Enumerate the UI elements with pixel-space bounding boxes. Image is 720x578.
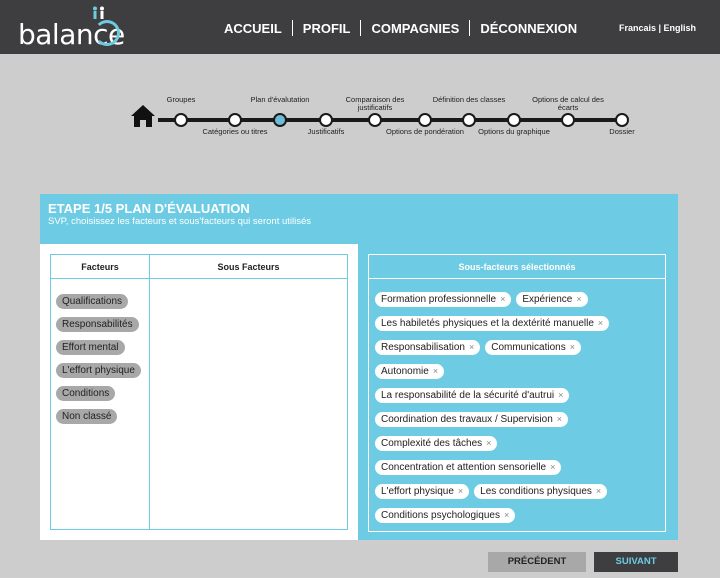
subfactor-tag: Autonomie ×: [375, 364, 445, 379]
subfactor-tag-label: Les conditions physiques: [480, 486, 592, 497]
step-label: Justificatifs: [307, 127, 345, 136]
subfactor-tag: La responsabilité de la sécurité d'autru…: [375, 388, 570, 403]
step-label: Plan d'évalutation: [250, 95, 310, 104]
step-label: Options du graphique: [478, 127, 550, 136]
factor-table: Facteurs Sous Facteurs Qualifications Res…: [50, 254, 348, 530]
column-divider: [149, 255, 150, 529]
language-switch[interactable]: Francais | English: [619, 23, 696, 33]
subfactor-tag: Les conditions physiques ×: [474, 484, 608, 499]
step-dot[interactable]: [174, 113, 188, 127]
step-dot[interactable]: [462, 113, 476, 127]
subfactor-tag: Conditions psychologiques ×: [375, 508, 516, 523]
subfactor-tag: Expérience ×: [516, 292, 588, 307]
balance-logo[interactable]: balance: [18, 6, 128, 51]
selected-subfactors-box: Sous-facteurs sélectionnés Formation pro…: [368, 254, 666, 532]
col-header-facteurs: Facteurs: [51, 255, 149, 279]
factor-selector: Facteurs Sous Facteurs Qualifications Res…: [40, 244, 358, 540]
subfactor-tag: L'effort physique ×: [375, 484, 470, 499]
step-dot[interactable]: [319, 113, 333, 127]
factor-item[interactable]: L'effort physique: [56, 363, 141, 378]
panel-subtitle: SVP, choisissez les facteurs et sous'fac…: [48, 216, 312, 227]
step-dot[interactable]: [418, 113, 432, 127]
remove-icon[interactable]: ×: [596, 486, 601, 496]
remove-icon[interactable]: ×: [550, 462, 555, 472]
step-dot[interactable]: [507, 113, 521, 127]
factor-item[interactable]: Responsabilités: [56, 317, 139, 332]
progress-stepper: Groupes Catégories ou titres Plan d'évalut…: [128, 92, 638, 148]
home-icon[interactable]: [130, 104, 156, 128]
subfactor-tag-label: La responsabilité de la sécurité d'autru…: [381, 390, 555, 401]
subfactor-tag: Complexité des tâches ×: [375, 436, 498, 451]
remove-icon[interactable]: ×: [458, 486, 463, 496]
step-dot[interactable]: [561, 113, 575, 127]
step-label: Groupes: [166, 95, 196, 104]
col-header-sous-facteurs: Sous Facteurs: [150, 255, 347, 279]
factor-item[interactable]: Conditions: [56, 386, 116, 401]
factor-item[interactable]: Effort mental: [56, 340, 125, 355]
subfactor-tag: Concentration et attention sensorielle ×: [375, 460, 562, 475]
step-dot[interactable]: [228, 113, 242, 127]
subfactor-tag: Coordination des travaux / Supervision ×: [375, 412, 569, 427]
step-label: Dossier: [609, 127, 635, 136]
nav-accueil[interactable]: ACCUEIL: [214, 21, 292, 36]
step-dot[interactable]: [368, 113, 382, 127]
subfactor-tag-label: Communications: [491, 342, 566, 353]
remove-icon[interactable]: ×: [576, 294, 581, 304]
step-dot[interactable]: [273, 113, 287, 127]
subfactor-tag-label: Responsabilisation: [381, 342, 465, 353]
selected-tags: Formation professionnelle × Expérience × Les…: [375, 289, 665, 529]
remove-icon[interactable]: ×: [558, 390, 563, 400]
step-label: Options de calcul des écarts: [532, 95, 604, 112]
subfactor-tag: Communications ×: [485, 340, 581, 355]
next-button[interactable]: SUIVANT: [594, 552, 678, 572]
previous-button[interactable]: PRÉCÉDENT: [488, 552, 586, 572]
evaluation-panel: ETAPE 1/5 PLAN D'ÉVALUATION SVP, choisis…: [40, 194, 678, 540]
remove-icon[interactable]: ×: [433, 366, 438, 376]
logo-ring: [94, 20, 120, 46]
panel-title: ETAPE 1/5 PLAN D'ÉVALUATION: [48, 201, 250, 216]
nav-compagnies[interactable]: COMPAGNIES: [361, 21, 469, 36]
selected-header: Sous-facteurs sélectionnés: [369, 255, 665, 279]
subfactor-tag-label: Complexité des tâches: [381, 438, 483, 449]
main-nav: ACCUEIL PROFIL COMPAGNIES DÉCONNEXION: [214, 20, 587, 36]
step-dot[interactable]: [615, 113, 629, 127]
remove-icon[interactable]: ×: [500, 294, 505, 304]
step-label: Comparaison des justificatifs: [345, 95, 405, 112]
nav-deconnexion[interactable]: DÉCONNEXION: [470, 21, 587, 36]
step-label: Catégories ou titres: [202, 127, 268, 136]
subfactor-tag-label: Les habiletés physiques et la dextérité …: [381, 318, 594, 329]
subfactor-tag-label: Autonomie: [381, 366, 429, 377]
top-header: balance ACCUEIL PROFIL COMPAGNIES DÉCONN…: [0, 0, 720, 54]
factor-item[interactable]: Qualifications: [56, 294, 129, 309]
subfactor-tag-label: L'effort physique: [381, 486, 454, 497]
subfactor-tag-label: Formation professionnelle: [381, 294, 497, 305]
remove-icon[interactable]: ×: [598, 318, 603, 328]
subfactor-tag: Formation professionnelle ×: [375, 292, 512, 307]
subfactor-tag-label: Concentration et attention sensorielle: [381, 462, 547, 473]
factor-list: Qualifications Responsabilités Effort ment…: [56, 291, 141, 429]
subfactor-tag: Les habiletés physiques et la dextérité …: [375, 316, 610, 331]
remove-icon[interactable]: ×: [570, 342, 575, 352]
remove-icon[interactable]: ×: [486, 438, 491, 448]
step-label: Définition des classes: [432, 95, 506, 104]
remove-icon[interactable]: ×: [504, 510, 509, 520]
step-label: Options de pondération: [386, 127, 464, 136]
subfactor-tag: Responsabilisation ×: [375, 340, 481, 355]
subfactor-tag-label: Conditions psychologiques: [381, 510, 500, 521]
people-icon: [93, 6, 104, 19]
factor-item[interactable]: Non classé: [56, 409, 118, 424]
subfactor-tag-label: Expérience: [522, 294, 573, 305]
nav-profil[interactable]: PROFIL: [293, 21, 361, 36]
remove-icon[interactable]: ×: [557, 414, 562, 424]
subfactor-tag-label: Coordination des travaux / Supervision: [381, 414, 553, 425]
remove-icon[interactable]: ×: [469, 342, 474, 352]
